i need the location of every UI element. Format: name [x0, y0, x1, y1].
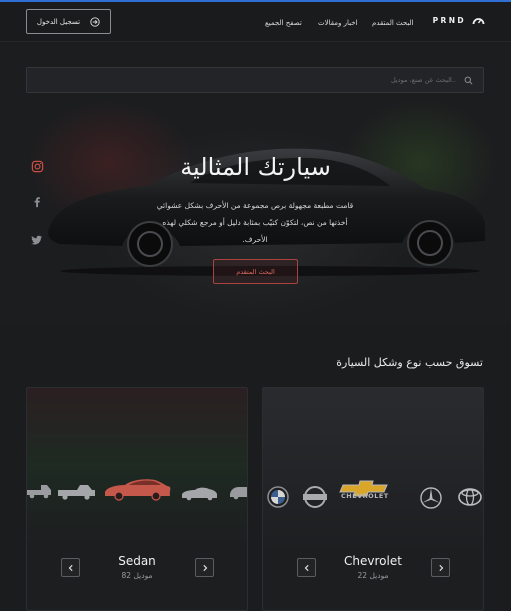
- brand-card[interactable]: CHEVROLET Chevrolet 22 موديل: [262, 387, 484, 611]
- next-arrow-button[interactable]: [431, 558, 450, 577]
- bmw-logo: [267, 486, 289, 508]
- card-count-sedan: 82 موديل: [121, 571, 153, 580]
- chevron-right-icon: [202, 564, 207, 571]
- mercedes-logo: [420, 487, 442, 509]
- vehicle-types-carousel: [27, 479, 247, 501]
- nissan-logo: [303, 486, 327, 508]
- nav-browse-all[interactable]: تصفح الجميع: [265, 19, 302, 27]
- prev-arrow-button[interactable]: [61, 558, 80, 577]
- login-label: تسجيل الدخول: [36, 17, 81, 26]
- card-title-chevrolet: Chevrolet: [344, 554, 402, 568]
- search-input[interactable]: [76, 76, 456, 84]
- speedometer-logo-icon: [472, 18, 485, 25]
- hero: سيارتك المثالية قامت مطبعة مجهولة برص مج…: [0, 43, 511, 326]
- prev-arrow-button[interactable]: [297, 558, 316, 577]
- advanced-search-button[interactable]: البحث المتقدم: [213, 259, 298, 284]
- chevron-left-icon: [68, 564, 73, 571]
- chevron-right-icon: [438, 564, 443, 571]
- nav-advanced-search[interactable]: البحث المتقدم: [372, 19, 414, 27]
- logo-text: PRND: [432, 16, 466, 25]
- twitter-icon[interactable]: [30, 233, 44, 247]
- facebook-icon[interactable]: [30, 195, 44, 209]
- hero-title: سيارتك المثالية: [180, 153, 331, 181]
- card-count-chevrolet: 22 موديل: [357, 571, 389, 580]
- chevron-left-icon: [304, 564, 309, 571]
- next-arrow-button[interactable]: [195, 558, 214, 577]
- hero-description: قامت مطبعة مجهولة برص مجموعة من الأحرف ب…: [156, 201, 354, 244]
- login-button[interactable]: تسجيل الدخول: [26, 9, 111, 34]
- header: تسجيل الدخول تصفح الجميع اخبار ومقالات ا…: [0, 2, 511, 42]
- nav-news[interactable]: اخبار ومقالات: [318, 19, 358, 27]
- search-icon: [464, 76, 473, 84]
- toyota-logo: [458, 488, 482, 506]
- login-icon: [90, 16, 100, 27]
- card-title-sedan: Sedan: [118, 554, 156, 568]
- section-title: تسوق حسب نوع وشكل السيارة: [336, 356, 483, 369]
- logo[interactable]: PRND: [433, 15, 485, 26]
- search-box[interactable]: [26, 67, 484, 93]
- chevrolet-wordmark: CHEVROLET: [341, 492, 389, 500]
- sedan-highlighted-icon: [105, 479, 171, 501]
- body-type-card[interactable]: Sedan 82 موديل: [26, 387, 248, 611]
